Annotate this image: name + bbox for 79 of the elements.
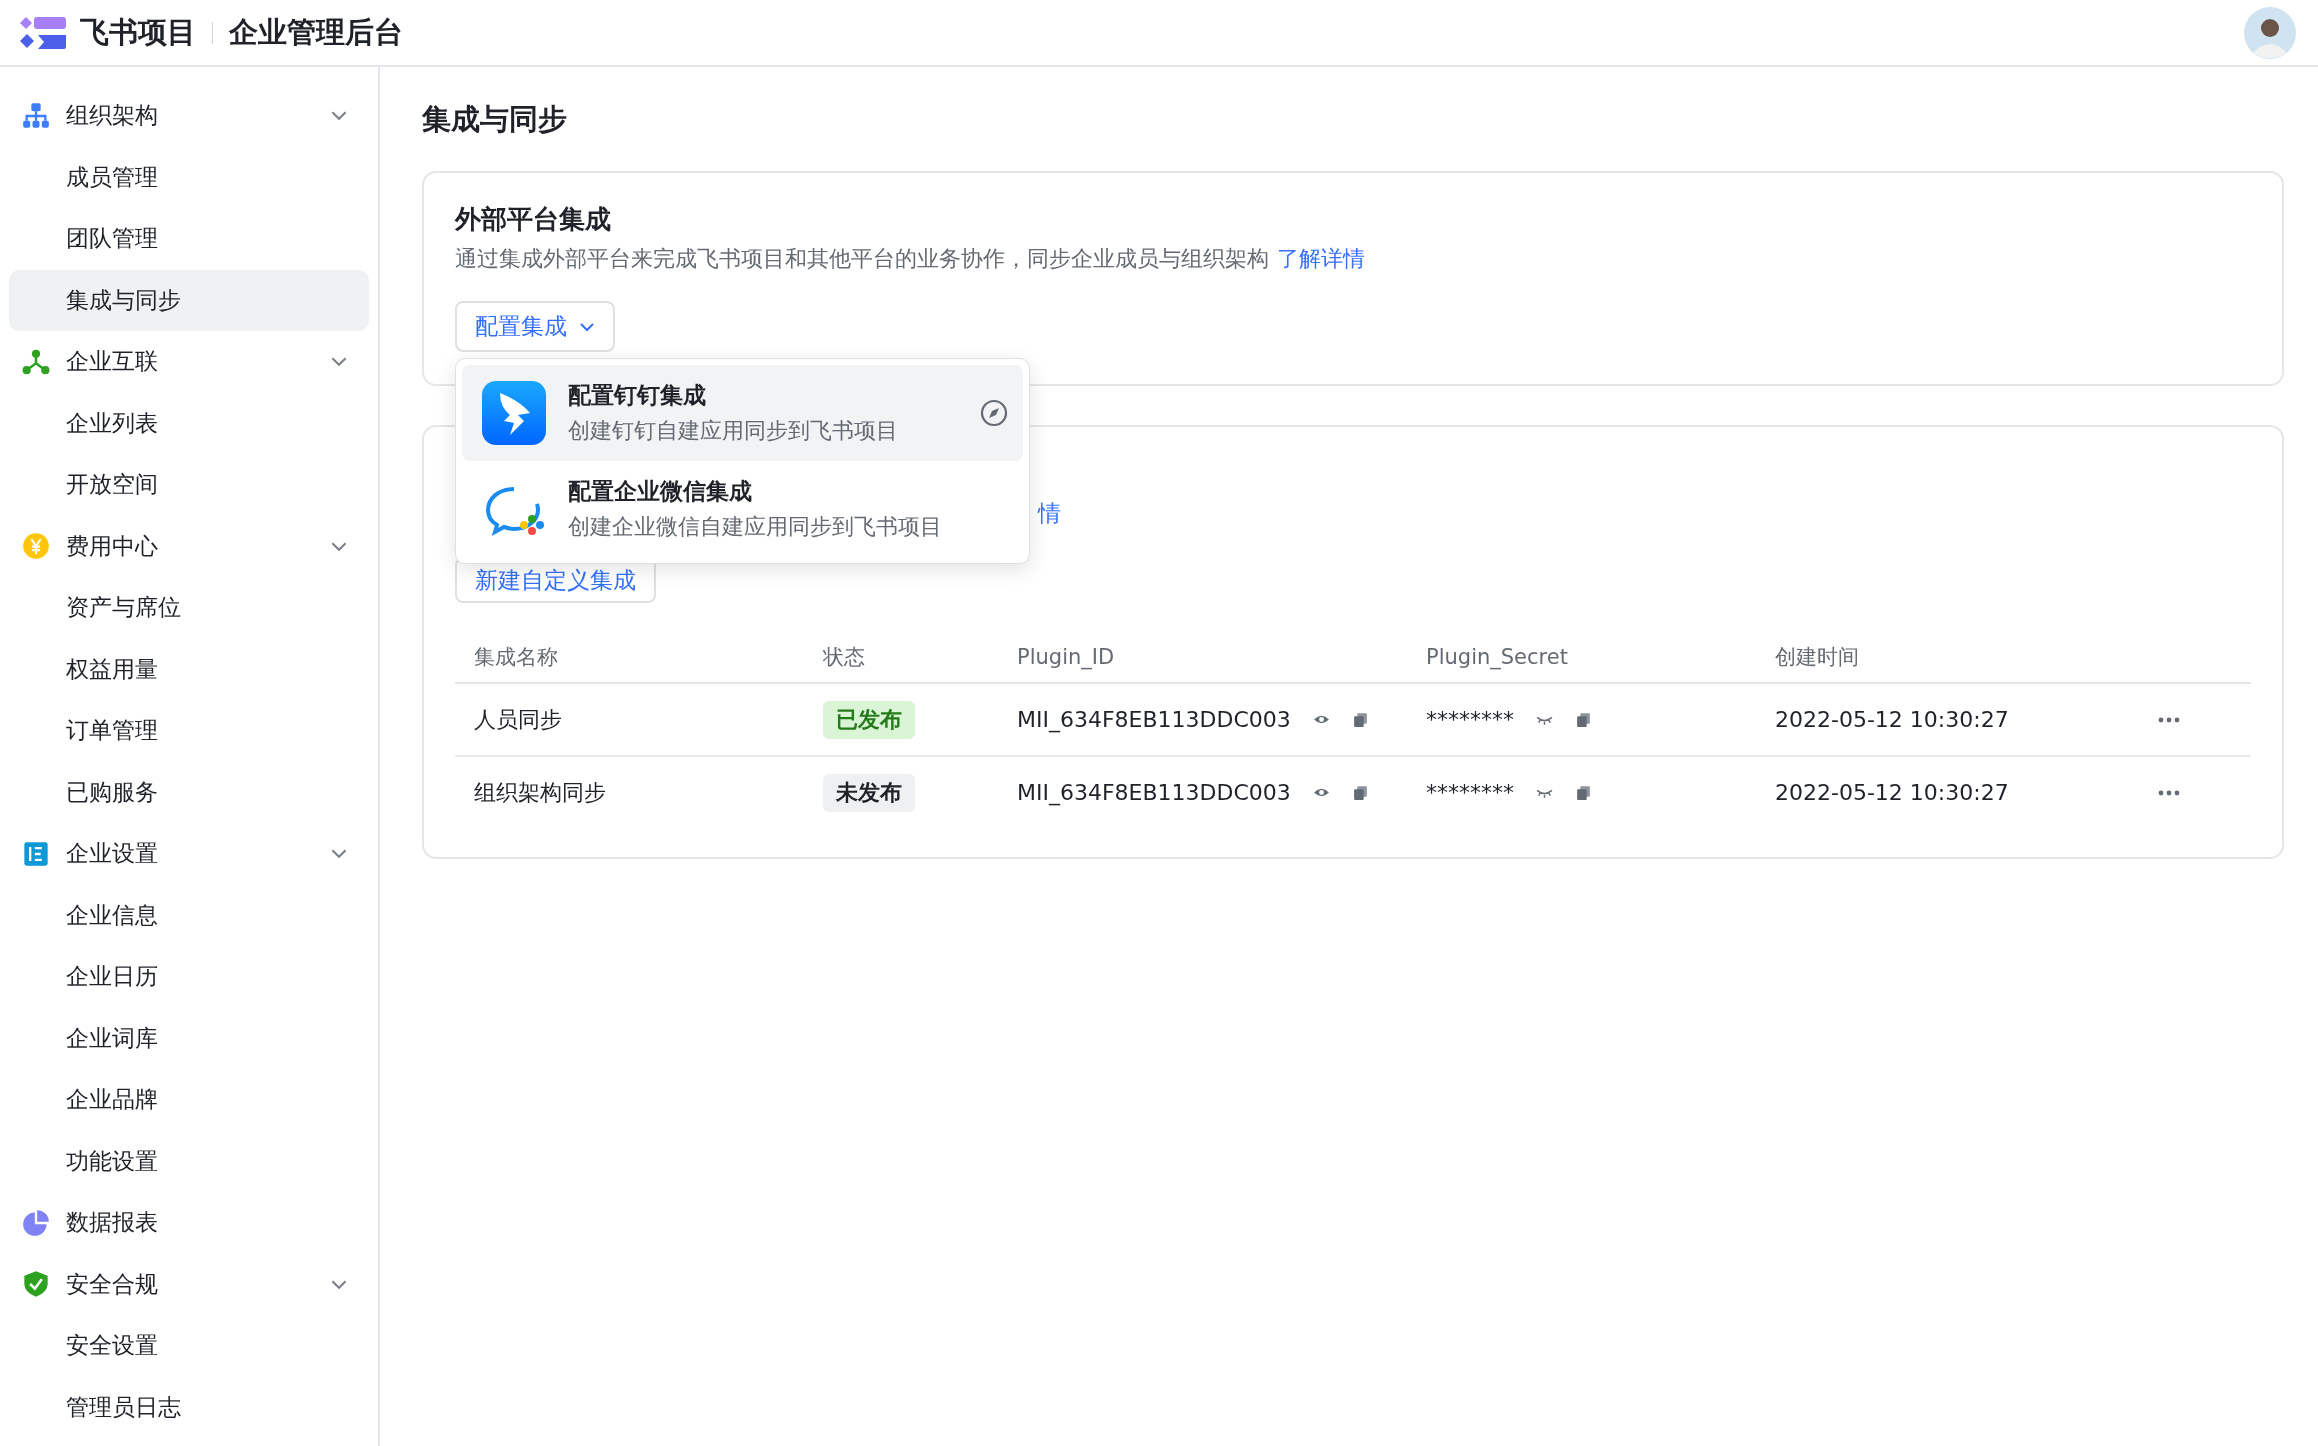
- pie-chart-icon: [22, 1208, 50, 1237]
- table-cell: ********: [1426, 780, 1514, 805]
- learn-more-link[interactable]: 情: [1038, 500, 1061, 526]
- copy-icon[interactable]: [1351, 784, 1369, 801]
- chevron-down-icon: [330, 356, 348, 368]
- yen-icon: [22, 532, 50, 561]
- chevron-down-icon: [330, 848, 348, 860]
- menu-item-title: 配置钉钉集成: [568, 381, 707, 410]
- group-label: 企业设置: [66, 839, 159, 869]
- sidebar-item[interactable]: 资产与席位: [9, 577, 369, 639]
- copy-icon[interactable]: [1351, 711, 1369, 728]
- org-chart-icon: [22, 101, 50, 130]
- more-icon[interactable]: [2157, 788, 2181, 797]
- sidebar-item[interactable]: 企业词库: [9, 1007, 369, 1069]
- sidebar-group[interactable]: 安全合规: [0, 1253, 378, 1315]
- table-cell: MII_634F8EB113DDC003: [1017, 780, 1291, 805]
- sidebar-item[interactable]: 已购服务: [9, 761, 369, 823]
- table-cell: MII_634F8EB113DDC003: [1017, 707, 1291, 732]
- menu-item-description: 创建企业微信自建应用同步到飞书项目: [568, 513, 943, 541]
- sidebar-item[interactable]: 成员管理: [9, 146, 369, 208]
- sidebar-item[interactable]: 功能设置: [9, 1130, 369, 1192]
- column-header: 状态: [822, 644, 866, 671]
- group-label: 组织架构: [66, 101, 159, 131]
- wing-app-icon: [482, 381, 546, 445]
- menu-item[interactable]: 配置钉钉集成 创建钉钉自建应用同步到飞书项目: [462, 365, 1023, 461]
- page-title: 集成与同步: [422, 101, 568, 138]
- sidebar-group[interactable]: 组织架构: [0, 85, 378, 147]
- product-name: 飞书项目: [80, 13, 196, 51]
- shield-check-icon: [22, 1270, 50, 1299]
- table-cell: ********: [1426, 707, 1514, 732]
- sidebar-item[interactable]: 管理员日志: [9, 1376, 369, 1438]
- card-title: 外部平台集成: [455, 203, 612, 236]
- sidebar-item[interactable]: 权益用量: [9, 638, 369, 700]
- sidebar-item[interactable]: 团队管理: [9, 208, 369, 270]
- group-label: 安全合规: [66, 1269, 159, 1299]
- sidebar-item[interactable]: 企业列表: [9, 392, 369, 454]
- group-label: 数据报表: [66, 1208, 159, 1238]
- sidebar-item[interactable]: 开放空间: [9, 454, 369, 516]
- copy-icon[interactable]: [1575, 784, 1592, 801]
- avatar[interactable]: [2244, 6, 2296, 59]
- column-header: Plugin_ID: [1016, 645, 1116, 669]
- table-cell-text: 2022-05-12 10:30:27: [1774, 780, 2010, 805]
- app-title: 企业管理后台: [229, 13, 403, 51]
- chevron-down-icon: [330, 1278, 348, 1290]
- status-tag: 已发布: [823, 700, 915, 739]
- group-label: 企业互联: [66, 347, 159, 377]
- learn-more-link[interactable]: 了解详情: [1277, 246, 1365, 271]
- network-icon: [22, 347, 50, 376]
- chevron-down-icon: [579, 321, 595, 332]
- copy-icon[interactable]: [1575, 711, 1592, 728]
- group-label: 费用中心: [66, 531, 159, 561]
- chevron-down-icon: [330, 110, 348, 122]
- document-icon: [22, 839, 50, 868]
- more-icon[interactable]: [2157, 715, 2181, 724]
- configure-dropdown-button[interactable]: 配置集成: [455, 301, 615, 352]
- sidebar-group[interactable]: 企业设置: [0, 823, 378, 885]
- sidebar-group[interactable]: 企业互联: [0, 331, 378, 393]
- sidebar-item[interactable]: 订单管理: [9, 700, 369, 762]
- sidebar-item[interactable]: 企业日历: [9, 946, 369, 1008]
- compass-icon[interactable]: [979, 398, 1009, 428]
- sidebar-group[interactable]: 数据报表: [0, 1192, 378, 1254]
- table-cell-text: 2022-05-12 10:30:27: [1774, 707, 2010, 732]
- sidebar-item[interactable]: 企业品牌: [9, 1069, 369, 1131]
- sidebar-item[interactable]: 集成与同步: [9, 269, 369, 331]
- chevron-down-icon: [330, 540, 348, 552]
- sidebar-group[interactable]: 费用中心: [0, 515, 378, 577]
- logo-icon: [20, 15, 66, 50]
- menu-item-description: 创建钉钉自建应用同步到飞书项目: [568, 417, 899, 445]
- sidebar-item[interactable]: 安全设置: [9, 1315, 369, 1377]
- table-cell-text: 人员同步: [473, 705, 563, 734]
- column-header: 创建时间: [1774, 644, 1860, 671]
- status-tag: 未发布: [823, 773, 915, 812]
- column-header: 集成名称: [473, 644, 559, 671]
- menu-item-title: 配置企业微信集成: [568, 477, 753, 506]
- table-cell-text: 组织架构同步: [473, 778, 607, 807]
- menu-item[interactable]: 配置企业微信集成 创建企业微信自建应用同步到飞书项目: [462, 461, 1023, 557]
- column-header: Plugin_Secret: [1425, 645, 1569, 669]
- sidebar-item[interactable]: 企业信息: [9, 884, 369, 946]
- card-description: 通过集成外部平台来完成飞书项目和其他平台的业务协作，同步企业成员与组织架构 了解详情: [455, 245, 1366, 273]
